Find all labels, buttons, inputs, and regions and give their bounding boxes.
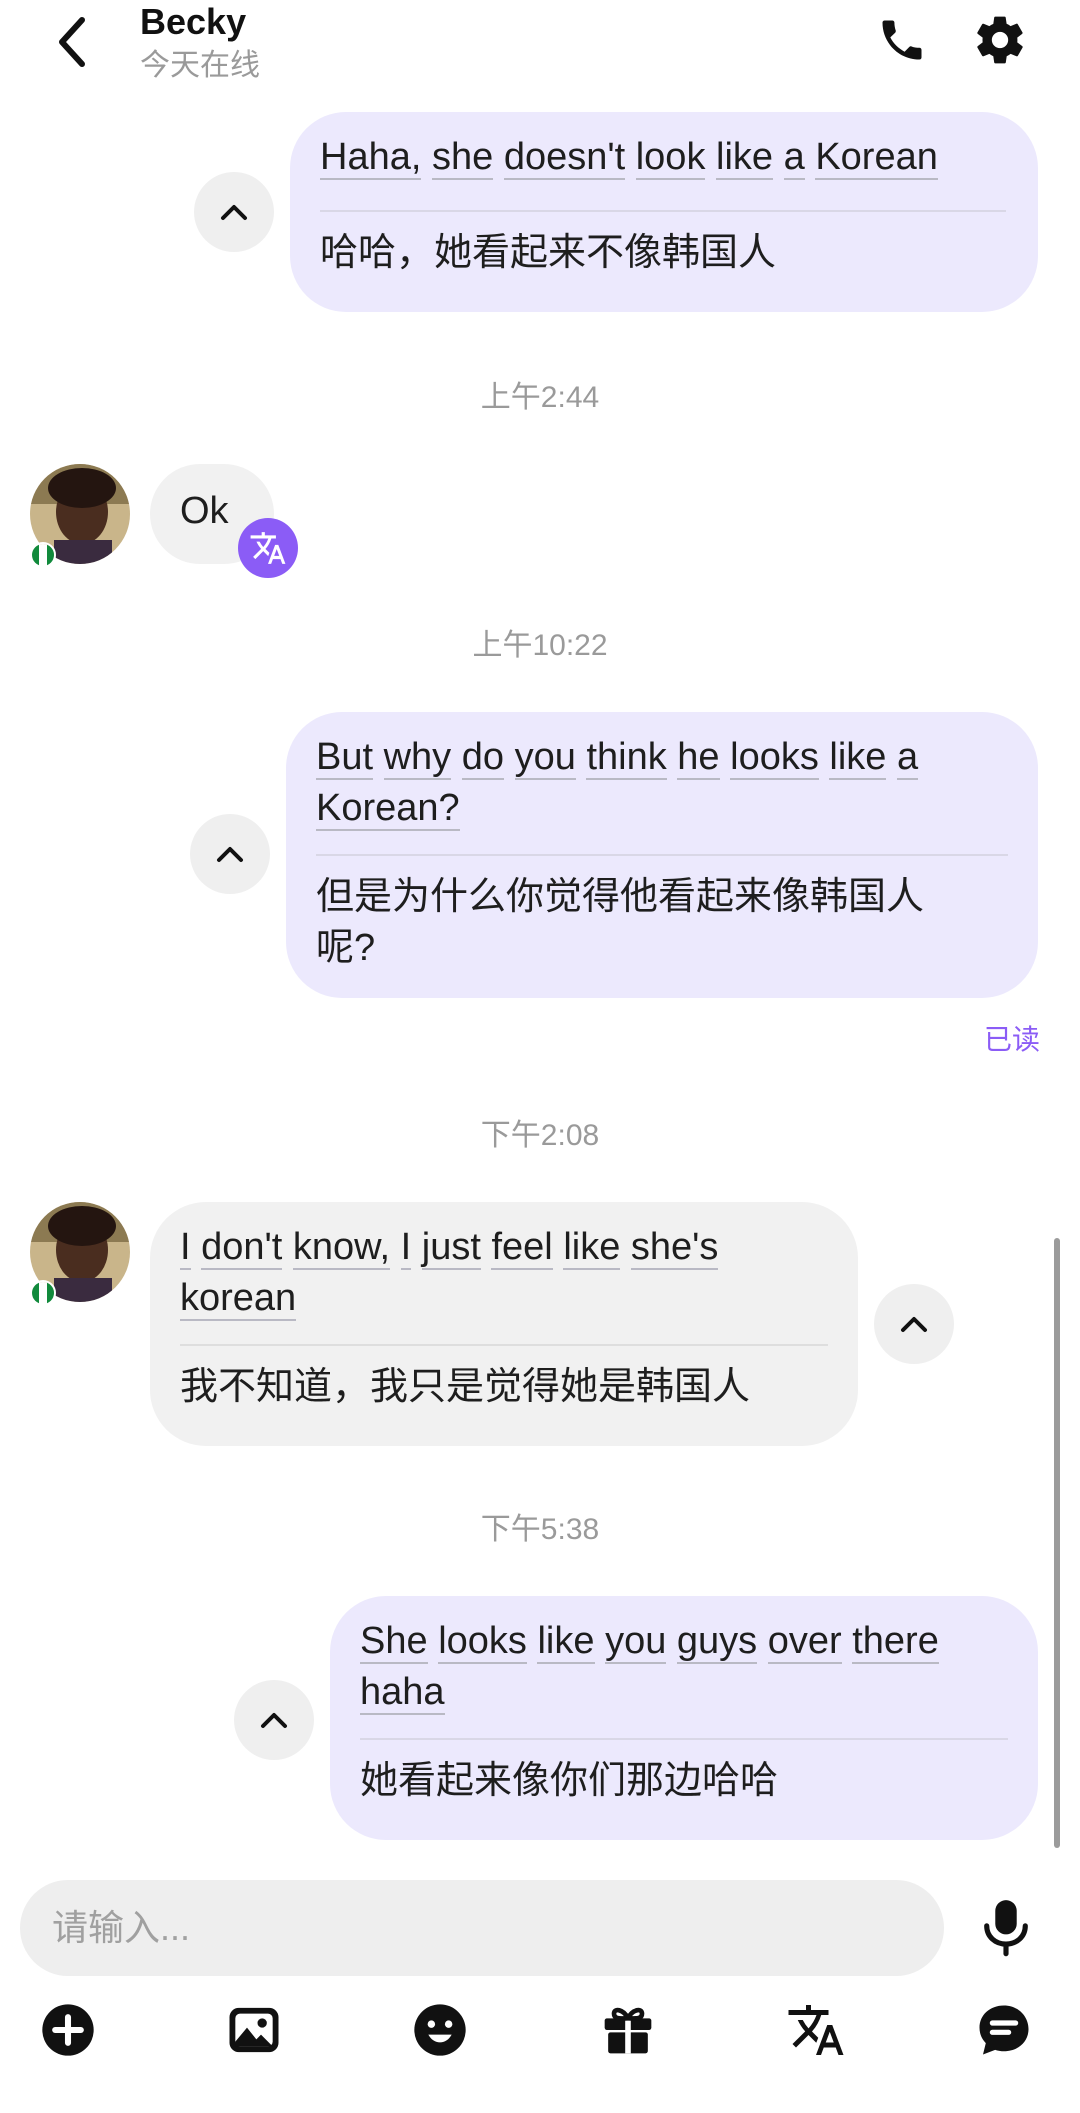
original-text: Haha, she doesn't look like a Korean: [320, 132, 938, 183]
word[interactable]: like: [716, 136, 774, 180]
word[interactable]: you: [605, 1620, 667, 1664]
collapse-translation-button[interactable]: [194, 172, 274, 252]
collapse-translation-button[interactable]: [190, 814, 270, 894]
timestamp: 上午10:22: [472, 629, 608, 662]
plus-icon: [42, 2004, 94, 2056]
chevron-up-icon: [901, 1317, 927, 1332]
chat-thread[interactable]: Haha, she doesn't look like a Korean 哈哈，…: [0, 100, 1080, 1870]
timestamp: 上午2:44: [480, 381, 600, 414]
divider: [316, 854, 1008, 856]
emoji-button[interactable]: [400, 1990, 480, 2070]
word[interactable]: a: [897, 736, 919, 780]
message-input-bar[interactable]: [20, 1880, 944, 1976]
word[interactable]: like: [537, 1620, 595, 1664]
word[interactable]: looks: [438, 1620, 527, 1664]
translated-text: 但是为什么你觉得他看起来像韩国人 呢?: [316, 872, 1026, 974]
translated-line: 但是为什么你觉得他看起来像韩国人: [316, 876, 925, 918]
word[interactable]: over: [767, 1620, 842, 1664]
chevron-left-icon: [59, 17, 85, 67]
collapse-translation-button[interactable]: [874, 1284, 954, 1364]
plus-button[interactable]: [28, 1990, 108, 2070]
translated-line: 呢?: [316, 927, 376, 969]
translated-text: 我不知道，我只是觉得她是韩国人: [180, 1366, 751, 1408]
nigeria-flag-icon: [30, 542, 56, 568]
divider: [360, 1738, 1008, 1740]
contact-status: 今天在线: [140, 49, 260, 82]
message-bubble-outgoing[interactable]: But why do you think he looks like a Kor…: [286, 712, 1038, 998]
contact-name[interactable]: Becky: [140, 0, 246, 44]
word[interactable]: Korean: [815, 136, 938, 180]
word[interactable]: But: [316, 736, 374, 780]
word[interactable]: a: [783, 136, 805, 180]
divider: [320, 210, 1006, 212]
word[interactable]: I: [400, 1226, 412, 1270]
timestamp: 下午2:08: [480, 1119, 600, 1152]
translate-button[interactable]: [238, 518, 298, 578]
original-text: She looks like you guys over there haha: [360, 1616, 1020, 1718]
word[interactable]: She: [360, 1620, 428, 1664]
word[interactable]: know,: [292, 1226, 391, 1270]
voice-button[interactable]: [966, 1888, 1046, 1968]
chevron-up-icon: [261, 1713, 287, 1728]
gift-button[interactable]: [588, 1990, 668, 2070]
back-button[interactable]: [44, 6, 100, 78]
word[interactable]: guys: [676, 1620, 758, 1664]
timestamp: 下午5:38: [480, 1513, 600, 1546]
word[interactable]: haha: [360, 1671, 445, 1715]
scrollbar[interactable]: [1054, 1238, 1060, 1848]
message-text: Ok: [180, 490, 229, 532]
word[interactable]: she: [431, 136, 494, 180]
divider: [180, 1344, 828, 1346]
word[interactable]: she's: [630, 1226, 719, 1270]
translate-icon: [250, 532, 286, 564]
bottom-toolbar: [0, 1990, 1080, 2090]
word[interactable]: don't: [201, 1226, 283, 1270]
word[interactable]: think: [586, 736, 667, 780]
word[interactable]: why: [383, 736, 452, 780]
image-icon: [229, 2007, 279, 2053]
word[interactable]: like: [563, 1226, 621, 1270]
read-receipt: 已读: [984, 1024, 1041, 1055]
word[interactable]: do: [461, 736, 505, 780]
chat-bubble-icon: [979, 2005, 1029, 2055]
call-button[interactable]: [866, 4, 938, 76]
gift-icon: [604, 2007, 652, 2054]
word[interactable]: look: [635, 136, 706, 180]
nigeria-flag-icon: [30, 1280, 56, 1306]
word[interactable]: there: [852, 1620, 939, 1664]
word[interactable]: korean: [180, 1277, 297, 1321]
word[interactable]: just: [421, 1226, 481, 1270]
chevron-up-icon: [221, 205, 247, 220]
settings-button[interactable]: [964, 4, 1036, 76]
word[interactable]: Korean?: [316, 787, 460, 831]
word[interactable]: Haha,: [320, 136, 422, 180]
microphone-icon: [984, 1900, 1028, 1957]
chat-header: Becky 今天在线: [0, 0, 1080, 100]
emoji-icon: [414, 2004, 466, 2056]
translate-tool-button[interactable]: [776, 1990, 856, 2070]
message-bubble-incoming[interactable]: I don't know, I just feel like she's kor…: [150, 1202, 858, 1446]
phone-icon: [882, 20, 922, 60]
word[interactable]: like: [829, 736, 887, 780]
word[interactable]: he: [677, 736, 720, 780]
word[interactable]: feel: [491, 1226, 553, 1270]
word[interactable]: I: [180, 1226, 191, 1270]
message-input[interactable]: [20, 1880, 944, 1976]
quick-reply-button[interactable]: [964, 1990, 1044, 2070]
collapse-translation-button[interactable]: [234, 1680, 314, 1760]
gear-icon: [977, 16, 1023, 64]
translated-text: 她看起来像你们那边哈哈: [360, 1760, 779, 1802]
translated-text: 哈哈，她看起来不像韩国人: [320, 232, 777, 274]
message-bubble-outgoing[interactable]: Haha, she doesn't look like a Korean 哈哈，…: [290, 112, 1038, 312]
message-bubble-outgoing[interactable]: She looks like you guys over there haha …: [330, 1596, 1038, 1840]
word[interactable]: you: [514, 736, 576, 780]
word[interactable]: doesn't: [503, 136, 626, 180]
translate-icon: [788, 2005, 844, 2055]
image-button[interactable]: [214, 1990, 294, 2070]
original-text: But why do you think he looks like a Kor…: [316, 732, 1016, 834]
original-text: I don't know, I just feel like she's kor…: [180, 1222, 840, 1324]
chevron-up-icon: [217, 847, 243, 862]
word[interactable]: looks: [730, 736, 819, 780]
